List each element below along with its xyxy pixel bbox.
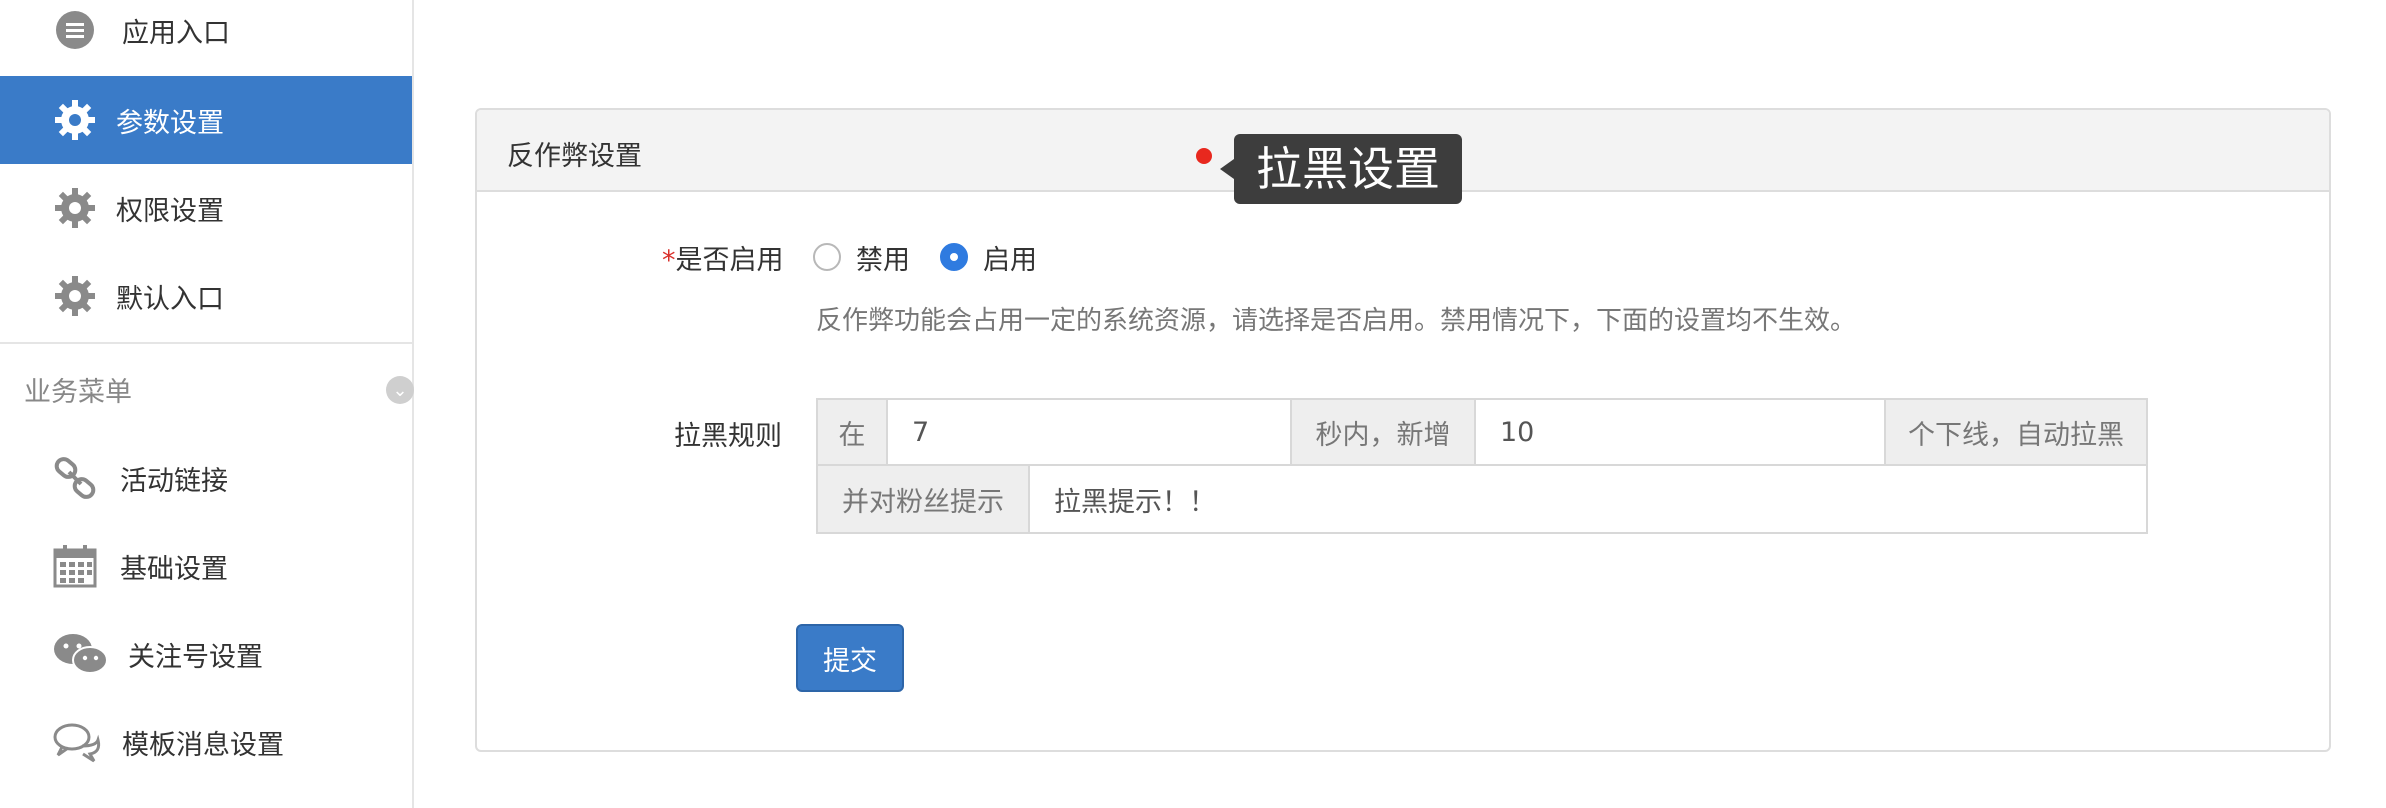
sidebar-item-params[interactable]: 参数设置 xyxy=(0,76,412,164)
addon-offline-block: 个下线，自动拉黑 xyxy=(1884,398,2148,466)
count-input[interactable]: 10 xyxy=(1474,398,1886,466)
radio-enable[interactable] xyxy=(940,243,968,271)
sidebar-item-label: 关注号设置 xyxy=(128,641,263,673)
link-icon xyxy=(52,455,98,501)
sidebar-item-label: 应用入口 xyxy=(122,17,230,49)
seconds-input[interactable]: 7 xyxy=(886,398,1292,466)
tooltip: 拉黑设置 xyxy=(1220,134,1462,204)
sidebar-item-label: 权限设置 xyxy=(116,195,224,227)
calendar-icon xyxy=(52,543,98,589)
addon-in: 在 xyxy=(816,398,888,466)
chat-bubbles-icon xyxy=(52,719,102,765)
enable-help-text: 反作弊功能会占用一定的系统资源，请选择是否启用。禁用情况下，下面的设置均不生效。 xyxy=(816,306,1857,336)
sidebar-item-template-message[interactable]: 模板消息设置 xyxy=(0,698,412,786)
addon-notice: 并对粉丝提示 xyxy=(816,464,1030,534)
sidebar-item-label: 参数设置 xyxy=(116,107,224,139)
gear-icon xyxy=(52,185,98,231)
radio-disable[interactable] xyxy=(813,243,841,271)
radio-disable-label[interactable]: 禁用 xyxy=(856,238,910,277)
sidebar-item-app-entry[interactable]: 应用入口 xyxy=(0,0,412,74)
sidebar-item-label: 默认入口 xyxy=(116,283,224,315)
sidebar: 应用入口 参数设置 权限设置 默认入口 业务菜单 ⌄ 活动链接 基础设置 关注号… xyxy=(0,0,414,808)
sidebar-item-basic-settings[interactable]: 基础设置 xyxy=(0,522,412,610)
marker-dot xyxy=(1196,148,1212,164)
sidebar-item-default-entry[interactable]: 默认入口 xyxy=(0,252,412,340)
sidebar-item-label: 活动链接 xyxy=(120,465,228,497)
addon-seconds-new: 秒内，新增 xyxy=(1290,398,1476,466)
submit-button[interactable]: 提交 xyxy=(796,624,904,692)
sidebar-item-permissions[interactable]: 权限设置 xyxy=(0,164,412,252)
blacklist-label: 拉黑规则 xyxy=(674,421,782,452)
gear-icon xyxy=(52,97,98,143)
enable-label: *是否启用 xyxy=(662,238,784,277)
chevron-down-icon[interactable]: ⌄ xyxy=(386,376,414,404)
sidebar-section-title: 业务菜单 xyxy=(24,377,132,408)
notice-input[interactable]: 拉黑提示！！ xyxy=(1028,464,2148,534)
sidebar-item-follow-account[interactable]: 关注号设置 xyxy=(0,610,412,698)
gear-icon xyxy=(52,273,98,319)
enable-label-text: 是否启用 xyxy=(675,245,784,276)
sidebar-divider xyxy=(0,342,412,344)
required-mark: * xyxy=(662,245,676,276)
sidebar-item-label: 模板消息设置 xyxy=(122,729,284,761)
radio-enable-label[interactable]: 启用 xyxy=(983,238,1037,277)
wechat-icon xyxy=(52,631,110,677)
panel-title: 反作弊设置 xyxy=(507,141,642,172)
message-icon xyxy=(52,7,98,53)
sidebar-item-label: 基础设置 xyxy=(120,553,228,585)
sidebar-item-activity-link[interactable]: 活动链接 xyxy=(0,434,412,522)
